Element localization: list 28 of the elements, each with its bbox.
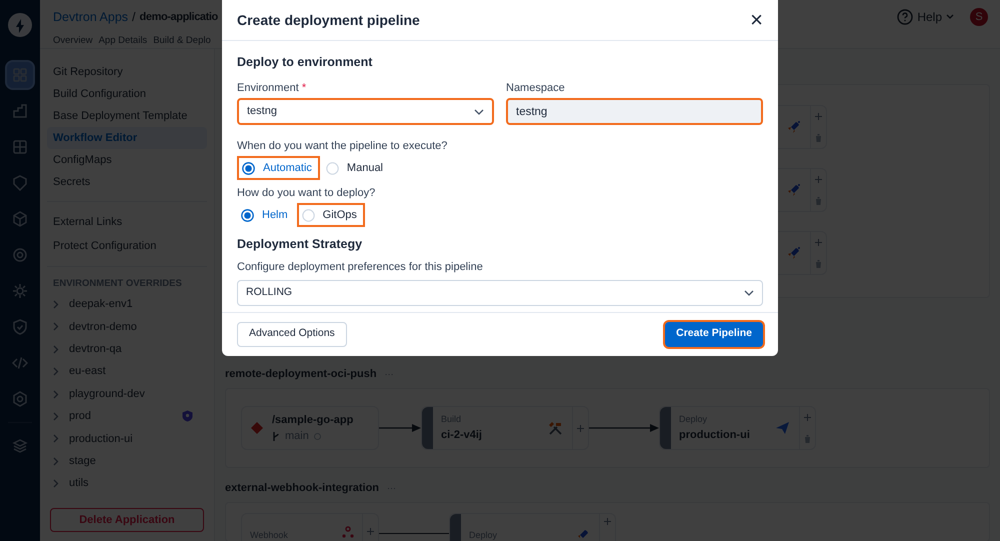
advanced-options-button[interactable]: Advanced Options xyxy=(237,322,347,346)
section-heading: Deployment Strategy xyxy=(237,237,364,251)
more-options-button[interactable]: ··· xyxy=(384,368,394,381)
field-label: Namespace xyxy=(506,81,566,94)
more-options-button[interactable]: ··· xyxy=(387,482,396,495)
node-title: ci-2-v4ij xyxy=(441,428,483,443)
radio-button[interactable] xyxy=(242,162,255,174)
create-pipeline-button[interactable]: Create Pipeline xyxy=(665,322,763,346)
radio-button[interactable] xyxy=(241,208,254,222)
section-heading: Deploy to environment xyxy=(237,55,374,69)
environment-select[interactable]: testng xyxy=(237,98,494,125)
question-label: How do you want to deploy? xyxy=(237,186,376,199)
field-label: Environment * xyxy=(237,81,308,94)
question-label: When do you want the pipeline to execute? xyxy=(237,139,448,152)
app-name: demo-applicatio xyxy=(140,10,218,25)
dialog-title: Create deployment pipeline xyxy=(237,10,420,30)
radio-option[interactable]: Automatic xyxy=(237,156,320,180)
node-title: production-ui xyxy=(679,428,751,443)
hint-text: Configure deployment preferences for this pipeline xyxy=(237,260,484,273)
strategy-select[interactable]: ROLLING xyxy=(237,280,763,306)
node-title: /sample-go-app xyxy=(272,412,354,428)
radio-option[interactable]: GitOps xyxy=(296,203,365,227)
chevron-down-icon xyxy=(474,108,484,114)
chevron-down-icon xyxy=(744,290,754,296)
radio-option[interactable]: Helm xyxy=(237,203,295,227)
close-button[interactable]: × xyxy=(750,9,763,31)
radio-option[interactable]: Manual xyxy=(322,156,390,180)
breadcrumb-separator: / xyxy=(132,8,136,26)
